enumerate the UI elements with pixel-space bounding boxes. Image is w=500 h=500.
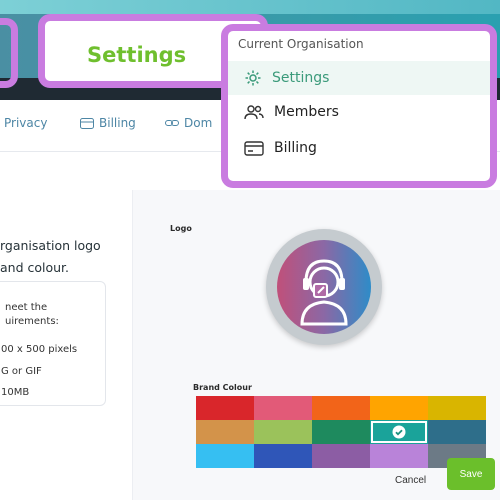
colour-swatch[interactable]	[312, 420, 370, 444]
card-icon	[244, 140, 264, 156]
dropdown-heading: Current Organisation	[238, 37, 364, 51]
check-icon	[392, 425, 406, 439]
gear-icon	[245, 70, 261, 86]
colour-swatch[interactable]	[428, 420, 486, 444]
requirement-line: uirements:	[5, 316, 59, 327]
menu-item-settings[interactable]: Settings	[228, 61, 490, 95]
colour-swatch[interactable]	[254, 444, 312, 468]
tab-billing[interactable]: Billing	[80, 116, 136, 130]
card-icon	[80, 117, 94, 129]
colour-swatch[interactable]	[370, 420, 428, 444]
requirement-line: neet the	[5, 302, 48, 313]
users-icon	[244, 105, 264, 120]
menu-item-members[interactable]: Members	[228, 95, 490, 129]
colour-swatch[interactable]	[196, 444, 254, 468]
requirement-line: 00 x 500 pixels	[1, 344, 78, 355]
save-button[interactable]: Save	[447, 458, 495, 490]
requirements-box: neet the uirements: 00 x 500 pixels G or…	[0, 281, 106, 406]
colour-swatch[interactable]	[196, 396, 254, 420]
colour-swatch[interactable]	[428, 396, 486, 420]
colour-swatch[interactable]	[370, 396, 428, 420]
logo-label: Logo	[170, 224, 192, 233]
logo-description-cont: and colour.	[0, 260, 70, 275]
colour-swatch[interactable]	[370, 444, 428, 468]
organisation-dropdown: Current Organisation Settings Members Bi…	[221, 24, 497, 188]
colour-swatch[interactable]	[254, 420, 312, 444]
menu-item-label: Members	[274, 104, 339, 120]
colour-swatch[interactable]	[196, 420, 254, 444]
colour-swatch[interactable]	[312, 444, 370, 468]
requirement-line: G or GIF	[1, 366, 42, 377]
menu-item-label: Settings	[272, 70, 330, 86]
tab-label: Billing	[99, 116, 136, 130]
tab-privacy[interactable]: Privacy	[4, 116, 47, 130]
colour-swatch[interactable]	[254, 396, 312, 420]
tab-label: Dom	[184, 116, 213, 130]
callout-title: Settings	[87, 43, 187, 67]
tab-label: Privacy	[4, 116, 48, 130]
cancel-button[interactable]: Cancel	[395, 475, 426, 486]
highlight-outline	[0, 18, 18, 88]
menu-item-label: Billing	[274, 140, 317, 156]
header-stripe	[0, 0, 500, 14]
brand-colour-label: Brand Colour	[193, 383, 252, 392]
tab-domains[interactable]: Dom	[165, 116, 212, 130]
logo-description: rganisation logo	[0, 238, 101, 253]
requirement-line: 10MB	[1, 387, 30, 398]
colour-swatch[interactable]	[312, 396, 370, 420]
logo-avatar[interactable]	[277, 240, 371, 334]
link-icon	[165, 120, 179, 126]
support-agent-icon	[300, 259, 348, 326]
menu-item-billing[interactable]: Billing	[228, 131, 490, 165]
